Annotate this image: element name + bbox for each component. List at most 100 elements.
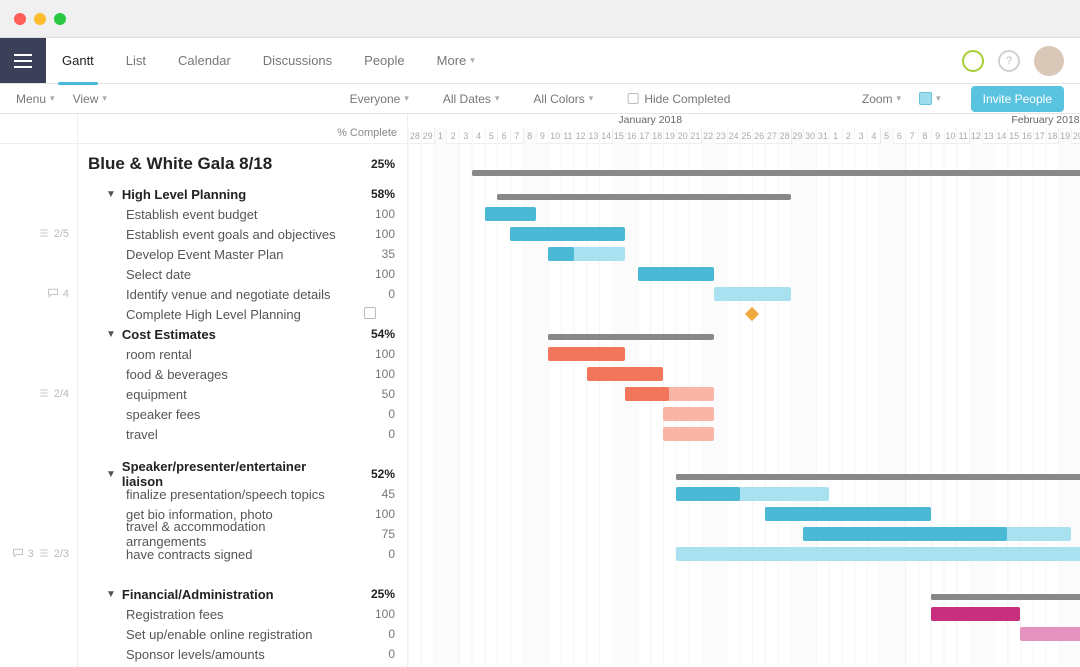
task-name[interactable]: Identify venue and negotiate details: [88, 287, 345, 302]
gantt-bar[interactable]: [625, 387, 670, 401]
day-label: 20: [676, 128, 689, 144]
day-label: 16: [1020, 128, 1033, 144]
gutter-row: [0, 404, 77, 424]
task-name[interactable]: speaker fees: [88, 407, 345, 422]
milestone-checkbox[interactable]: [364, 307, 376, 319]
task-name[interactable]: Select date: [88, 267, 345, 282]
gantt-bar[interactable]: [765, 507, 931, 521]
gantt-bar[interactable]: [714, 287, 791, 301]
gantt-bar[interactable]: [587, 367, 664, 381]
day-label: 29: [421, 128, 434, 144]
comment-icon[interactable]: [47, 287, 59, 302]
task-name[interactable]: food & beverages: [88, 367, 345, 382]
group-name[interactable]: ▼Financial/Administration: [88, 587, 345, 602]
gantt-bar[interactable]: [676, 547, 1080, 561]
task-name[interactable]: have contracts signed: [88, 547, 345, 562]
chevron-down-icon: ▾: [50, 93, 55, 104]
gantt-chart[interactable]: January 2018February 2018 28291234567891…: [408, 114, 1080, 667]
pct-complete: 0: [345, 287, 407, 301]
chevron-down-icon: ▾: [404, 93, 409, 104]
tab-list[interactable]: List: [110, 38, 162, 84]
filter-colors-dropdown[interactable]: All Colors▾: [533, 92, 593, 106]
traffic-light-minimize-icon[interactable]: [34, 13, 46, 25]
gantt-bar[interactable]: [676, 487, 740, 501]
menu-dropdown[interactable]: Menu▾: [16, 92, 55, 106]
zoom-dropdown[interactable]: Zoom▾: [862, 92, 901, 106]
task-name[interactable]: Complete High Level Planning: [88, 307, 345, 322]
checklist-icon[interactable]: [38, 227, 50, 242]
pct-complete: 0: [345, 407, 407, 421]
gantt-bar[interactable]: [485, 207, 536, 221]
day-label: 31: [816, 128, 829, 144]
task-name[interactable]: room rental: [88, 347, 345, 362]
view-dropdown[interactable]: View▾: [73, 92, 107, 106]
gantt-bar[interactable]: [1020, 627, 1080, 641]
gutter-row: [0, 344, 77, 364]
gantt-bar[interactable]: [803, 527, 1007, 541]
gantt-bar[interactable]: [497, 194, 676, 200]
avatar[interactable]: [1034, 46, 1064, 76]
task-name[interactable]: Registration fees: [88, 607, 345, 622]
group-name[interactable]: ▼High Level Planning: [88, 187, 345, 202]
day-label: 11: [956, 128, 969, 144]
tab-more[interactable]: More▾: [421, 38, 491, 84]
day-label: 5: [485, 128, 498, 144]
gantt-bar[interactable]: [548, 334, 637, 340]
task-name[interactable]: Sponsor levels/amounts: [88, 647, 345, 662]
checklist-icon[interactable]: [38, 387, 50, 402]
tab-calendar[interactable]: Calendar: [162, 38, 247, 84]
filter-dates-dropdown[interactable]: All Dates▾: [443, 92, 500, 106]
chevron-down-icon: ▾: [589, 93, 594, 104]
gantt-bar[interactable]: [676, 474, 906, 480]
gantt-bar[interactable]: [663, 427, 714, 441]
day-label: 23: [714, 128, 727, 144]
tab-gantt[interactable]: Gantt: [46, 38, 110, 84]
invite-people-button[interactable]: Invite People: [971, 86, 1064, 112]
gantt-bar[interactable]: [931, 607, 1020, 621]
traffic-light-close-icon[interactable]: [14, 13, 26, 25]
group-name[interactable]: ▼Cost Estimates: [88, 327, 345, 342]
tab-discussions[interactable]: Discussions: [247, 38, 348, 84]
task-name[interactable]: travel & accommodation arrangements: [88, 519, 345, 549]
gantt-bar[interactable]: [548, 247, 574, 261]
task-name[interactable]: Establish event budget: [88, 207, 345, 222]
task-name[interactable]: Develop Event Master Plan: [88, 247, 345, 262]
gutter-row: [0, 364, 77, 384]
day-label: 24: [727, 128, 740, 144]
gantt-bar[interactable]: [548, 347, 625, 361]
day-label: 3: [854, 128, 867, 144]
day-label: 10: [548, 128, 561, 144]
day-label: 15: [1007, 128, 1020, 144]
pct-complete: 100: [345, 207, 407, 221]
activity-icon[interactable]: [962, 50, 984, 72]
day-label: 12: [969, 128, 982, 144]
pct-complete: [345, 307, 407, 322]
day-label: 2: [446, 128, 459, 144]
day-label: 22: [701, 128, 714, 144]
pct-complete: 54%: [345, 327, 407, 341]
checklist-icon[interactable]: [38, 547, 50, 562]
main-menu-button[interactable]: [0, 38, 46, 83]
hide-completed-toggle[interactable]: Hide Completed: [627, 92, 730, 106]
task-name[interactable]: Establish event goals and objectives: [88, 227, 345, 242]
chevron-down-icon: ▾: [936, 93, 941, 104]
task-name[interactable]: finalize presentation/speech topics: [88, 487, 345, 502]
milestone-diamond[interactable]: [745, 307, 759, 321]
task-name[interactable]: Set up/enable online registration: [88, 627, 345, 642]
help-icon[interactable]: ?: [998, 50, 1020, 72]
month-label: February 2018: [1006, 114, 1080, 126]
comment-icon[interactable]: [12, 547, 24, 562]
traffic-light-zoom-icon[interactable]: [54, 13, 66, 25]
tab-people[interactable]: People: [348, 38, 420, 84]
gantt-bar[interactable]: [663, 407, 714, 421]
filter-everyone-dropdown[interactable]: Everyone▾: [350, 92, 409, 106]
group-name[interactable]: ▼Speaker/presenter/entertainer liaison: [88, 459, 345, 489]
day-label: 19: [663, 128, 676, 144]
zoom-scale-dropdown[interactable]: ▾: [919, 92, 941, 105]
gantt-bar[interactable]: [472, 170, 638, 176]
task-name[interactable]: equipment: [88, 387, 345, 402]
task-name[interactable]: travel: [88, 427, 345, 442]
gantt-bar[interactable]: [510, 227, 625, 241]
gantt-bar[interactable]: [931, 594, 982, 600]
gantt-bar[interactable]: [638, 267, 715, 281]
